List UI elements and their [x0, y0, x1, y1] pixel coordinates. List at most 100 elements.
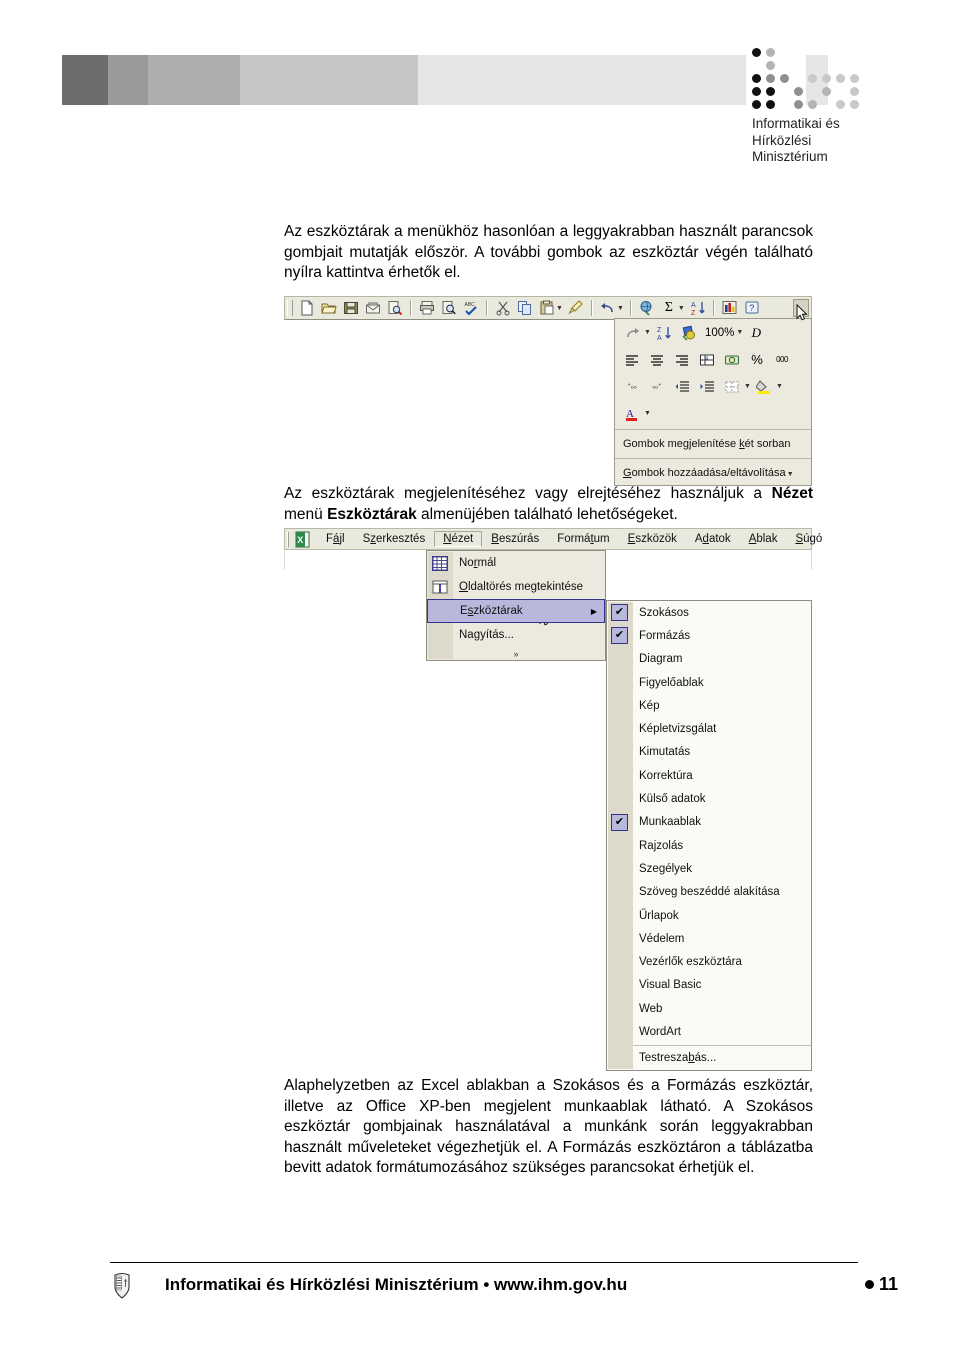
borders-icon[interactable] [721, 377, 743, 397]
font-color-dropdown-caret[interactable]: ▼ [644, 410, 651, 417]
toolbar-item-vedelem[interactable]: Védelem [607, 927, 811, 950]
toolbar-item-szegelyek[interactable]: Szegélyek [607, 857, 811, 880]
copy-icon[interactable] [514, 298, 536, 318]
submenu-icon-slot [607, 927, 632, 950]
fill-color-icon[interactable] [753, 377, 775, 397]
undo-icon[interactable] [597, 298, 619, 318]
redo-icon[interactable] [621, 323, 643, 343]
toolbar-item-szoveg-beszedde[interactable]: Szöveg beszéddé alakítása [607, 881, 811, 904]
toolbar-item-szokasos[interactable]: ✔ Szokásos [607, 601, 811, 624]
decrease-decimal-icon[interactable]: ₀₀⁺ [646, 377, 668, 397]
search-document-icon[interactable] [384, 298, 406, 318]
toolbar-item-diagram-label: Diagram [639, 653, 683, 666]
align-right-icon[interactable] [671, 350, 693, 370]
add-remove-buttons-item[interactable]: Gombok hozzáadása/eltávolítása ▼ [615, 461, 811, 485]
menu-ablak[interactable]: Ablak [740, 531, 787, 547]
testreszabas-post: ás... [694, 1052, 717, 1065]
chart-wizard-icon[interactable] [719, 298, 741, 318]
p2-seg-b: Nézet [771, 485, 813, 502]
increase-indent-icon[interactable] [696, 377, 718, 397]
print-preview-icon[interactable] [438, 298, 460, 318]
toolbar-item-munkaablak[interactable]: ✔ Munkaablak [607, 811, 811, 834]
autosum-icon[interactable]: Σ [658, 298, 680, 318]
menu-fajl[interactable]: Fájl [317, 531, 354, 547]
toolbar-item-kepletvizsgalat[interactable]: Képletvizsgálat [607, 717, 811, 740]
sort-ascending-icon[interactable]: AZ [687, 298, 709, 318]
menu-szerkesztes[interactable]: Szerkesztés [354, 531, 435, 547]
currency-icon[interactable] [721, 350, 743, 370]
eszkoztarak-pre: E [460, 605, 468, 617]
add-remove-caret[interactable]: ▼ [787, 471, 794, 478]
spell-check-icon[interactable]: ABC [460, 298, 482, 318]
menu-sugo[interactable]: Súgó [786, 531, 831, 547]
menu-adatok[interactable]: Adatok [686, 531, 740, 547]
fill-color-dropdown-caret[interactable]: ▼ [776, 383, 783, 390]
panel-separator-2 [615, 458, 811, 459]
toolbar-item-figyeloablak[interactable]: Figyelőablak [607, 671, 811, 694]
show-buttons-two-rows-item[interactable]: Gombok megjelenítése két sorban [615, 432, 811, 456]
format-painter-icon[interactable] [565, 298, 587, 318]
align-left-icon[interactable] [621, 350, 643, 370]
save-icon[interactable] [340, 298, 362, 318]
menu-bar: X Fájl Szerkesztés Nézet Beszúrás Formát… [284, 528, 822, 550]
help-icon[interactable]: ? [741, 298, 763, 318]
toolbar-item-urlapok[interactable]: Űrlapok [607, 904, 811, 927]
menu-nezet[interactable]: Nézet [434, 531, 483, 547]
paste-icon[interactable] [536, 298, 558, 318]
logo-line-1: Informatikai és [752, 116, 840, 131]
borders-dropdown-caret[interactable]: ▼ [744, 383, 751, 390]
toolbar-item-kulso-adatok[interactable]: Külső adatok [607, 787, 811, 810]
excel-icon[interactable]: X [295, 531, 312, 548]
toolbar-item-web[interactable]: Web [607, 997, 811, 1020]
toolbar-item-diagram[interactable]: Diagram [607, 648, 811, 671]
view-item-oldaltores[interactable]: Oldaltörés megtekintése [427, 575, 605, 599]
merge-cells-icon[interactable]: a [696, 350, 718, 370]
menu-sugo-key: S [795, 533, 804, 545]
toolbar-item-szokasos-label: Szokásos [639, 606, 689, 619]
eszkoztarak-post: zköztárak [473, 605, 523, 617]
cut-scissors-icon[interactable] [492, 298, 514, 318]
toolbar-item-formazas-label: Formázás [639, 629, 691, 642]
expand-menu-chevron-icon[interactable]: » [427, 647, 605, 660]
toolbar-item-kep[interactable]: Kép [607, 694, 811, 717]
menu-eszkozok[interactable]: Eszközök [619, 531, 686, 547]
menu-beszuras[interactable]: Beszúrás [482, 531, 548, 547]
mail-recipient-icon[interactable] [362, 298, 384, 318]
toolbar-item-kimutatas[interactable]: Kimutatás [607, 741, 811, 764]
view-item-normal[interactable]: Normál [427, 551, 605, 575]
insert-hyperlink-icon[interactable] [636, 298, 658, 318]
menubar-grip[interactable] [287, 531, 289, 547]
view-item-nagyitas[interactable]: Nagyítás... [427, 623, 605, 647]
hungary-coat-of-arms-icon [112, 1272, 132, 1300]
screenshot-standard-toolbar: ABC ▼ ▼ Σ ▼ AZ ? ▼ Z A 100% ▼ D a % 000 … [284, 296, 812, 486]
band-segment-4 [240, 55, 418, 105]
sort-descending-icon[interactable]: ZA [653, 323, 675, 343]
new-document-icon[interactable] [296, 298, 318, 318]
font-italic-d-icon[interactable]: D [745, 323, 767, 343]
submenu-icon-slot [607, 741, 632, 764]
toolbar-item-wordart[interactable]: WordArt [607, 1020, 811, 1043]
open-folder-icon[interactable] [318, 298, 340, 318]
toolbar-item-testreszabas[interactable]: Testreszabás... [607, 1047, 811, 1070]
toolbar-item-formazas[interactable]: ✔ Formázás [607, 624, 811, 647]
toolbar-item-rajzolas-label: Rajzolás [639, 839, 684, 852]
zoom-value[interactable]: 100% [705, 327, 734, 339]
font-color-icon[interactable]: A [621, 404, 643, 424]
menu-szerkesztes-post: erkesztés [375, 533, 426, 545]
zoom-dropdown-caret[interactable]: ▼ [736, 329, 743, 336]
comma-style-icon[interactable]: 000 [771, 350, 793, 370]
toolbar-item-vezerlok[interactable]: Vezérlők eszköztára [607, 950, 811, 973]
toolbar-item-rajzolas[interactable]: Rajzolás [607, 834, 811, 857]
toolbar-grip[interactable] [287, 300, 293, 316]
increase-decimal-icon[interactable]: ⁺₀₀ [621, 377, 643, 397]
percent-style-icon[interactable]: % [746, 350, 768, 370]
view-item-eszkoztarak[interactable]: Eszköztárak ▶ [427, 599, 605, 623]
align-center-icon[interactable] [646, 350, 668, 370]
toolbar-item-visual-basic[interactable]: Visual Basic [607, 974, 811, 997]
toolbar-item-korrektura[interactable]: Korrektúra [607, 764, 811, 787]
menu-formatum[interactable]: Formátum [548, 531, 618, 547]
redo-dropdown-caret[interactable]: ▼ [644, 329, 651, 336]
drawing-icon[interactable] [678, 323, 700, 343]
decrease-indent-icon[interactable] [671, 377, 693, 397]
print-icon[interactable] [416, 298, 438, 318]
